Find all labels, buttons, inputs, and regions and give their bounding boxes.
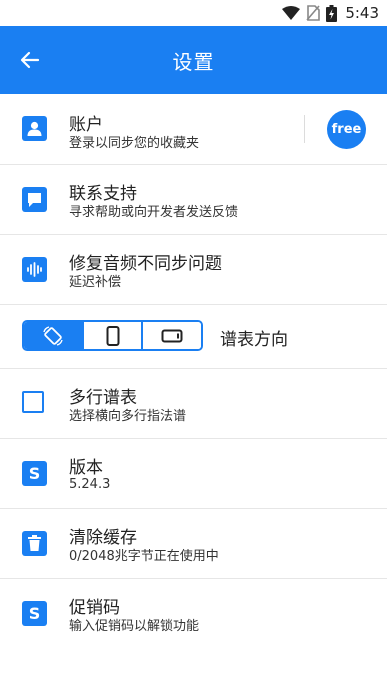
version-title: 版本 (69, 458, 103, 478)
promo-code-row[interactable]: S 促销码 输入促销码以解锁功能 (0, 579, 387, 648)
status-icons: 5:43 (282, 3, 379, 23)
chat-bubble-icon (22, 187, 47, 212)
support-subtitle: 寻求帮助或向开发者发送反馈 (69, 205, 239, 220)
promo-logo-icon: S (22, 601, 47, 626)
multiline-checkbox[interactable] (22, 391, 44, 413)
orientation-label: 谱表方向 (220, 330, 288, 350)
app-logo-icon: S (22, 461, 47, 486)
page-title: 设置 (172, 50, 215, 74)
app-bar: 设置 (0, 26, 387, 94)
orientation-auto-option[interactable] (24, 322, 82, 349)
account-icon (22, 116, 47, 141)
support-row[interactable]: 联系支持 寻求帮助或向开发者发送反馈 (0, 165, 387, 235)
cache-usage-text: 0/2048兆字节正在使用中 (69, 549, 219, 564)
status-time: 5:43 (345, 4, 379, 22)
screen-rotation-icon (43, 325, 63, 346)
multiline-row[interactable]: 多行谱表 选择横向多行指法谱 (0, 369, 387, 439)
wifi-icon (282, 6, 301, 20)
free-badge-button[interactable]: free (327, 110, 366, 149)
status-bar: 5:43 (0, 0, 387, 26)
audio-sync-subtitle: 延迟补偿 (69, 275, 122, 290)
battery-charging-icon (326, 4, 338, 22)
divider (304, 115, 305, 143)
orientation-landscape-option[interactable] (141, 322, 201, 349)
promo-subtitle: 输入促销码以解锁功能 (69, 619, 200, 634)
audio-wave-icon (22, 257, 47, 282)
orientation-portrait-option[interactable] (81, 322, 142, 349)
version-number: 5.24.3 (69, 477, 111, 492)
phone-portrait-icon (106, 325, 119, 346)
multiline-subtitle: 选择横向多行指法谱 (69, 409, 187, 424)
version-row: S 版本 5.24.3 (0, 439, 387, 509)
no-sim-icon (306, 5, 321, 21)
account-subtitle: 登录以同步您的收藏夹 (69, 136, 200, 151)
orientation-segmented-control[interactable] (22, 320, 203, 351)
trash-icon (22, 531, 47, 556)
audio-sync-row[interactable]: 修复音频不同步问题 延迟补偿 (0, 235, 387, 305)
phone-landscape-icon (161, 329, 183, 342)
clear-cache-row[interactable]: 清除缓存 0/2048兆字节正在使用中 (0, 509, 387, 579)
